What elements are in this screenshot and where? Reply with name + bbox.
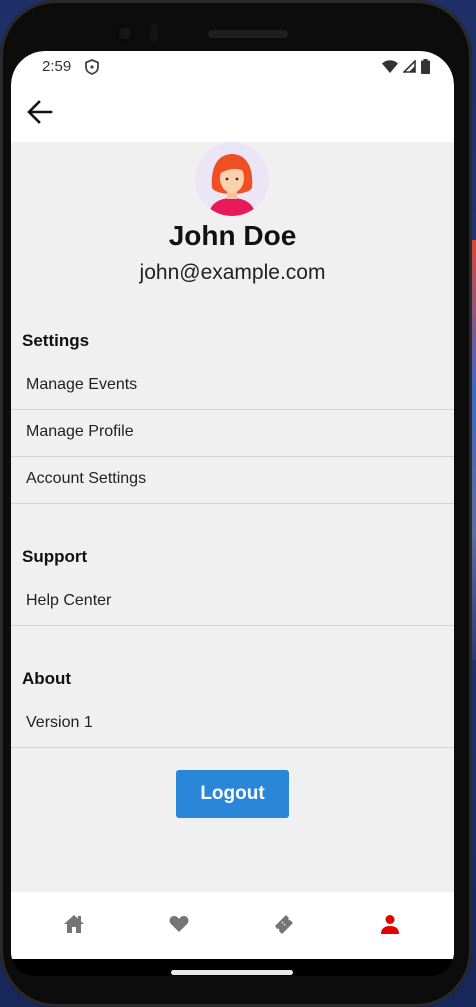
ticket-icon bbox=[273, 913, 295, 940]
home-gesture-bar[interactable] bbox=[171, 970, 293, 975]
section-title-settings: Settings bbox=[22, 331, 90, 350]
nav-profile[interactable] bbox=[374, 912, 406, 940]
menu-item-manage-profile[interactable]: Manage Profile bbox=[11, 410, 454, 457]
profile-content: John Doe john@example.com Settings Manag… bbox=[11, 142, 454, 892]
menu-item-label: Manage Profile bbox=[26, 423, 134, 440]
signal-icon bbox=[402, 59, 416, 78]
profile-email: john@example.com bbox=[139, 261, 326, 284]
nav-favorites[interactable] bbox=[163, 912, 195, 940]
home-icon bbox=[63, 914, 85, 939]
menu-item-help-center[interactable]: Help Center bbox=[11, 579, 454, 626]
nav-home[interactable] bbox=[58, 912, 90, 940]
status-time: 2:59 bbox=[42, 58, 72, 75]
earpiece-speaker bbox=[208, 30, 288, 38]
woman-avatar-icon bbox=[195, 154, 269, 216]
wifi-icon bbox=[382, 59, 398, 79]
section-title-about: About bbox=[22, 669, 72, 688]
battery-icon bbox=[421, 59, 430, 79]
logout-button[interactable]: Logout bbox=[176, 770, 289, 818]
menu-item-label: Help Center bbox=[26, 592, 112, 609]
back-button[interactable] bbox=[25, 97, 55, 127]
bottom-navigation bbox=[11, 892, 454, 959]
app-bar bbox=[11, 85, 454, 142]
nav-tickets[interactable] bbox=[268, 912, 300, 940]
person-icon bbox=[380, 914, 400, 939]
menu-item-label: Version 1 bbox=[26, 714, 93, 731]
section-title-support: Support bbox=[22, 547, 88, 566]
menu-item-version[interactable]: Version 1 bbox=[11, 701, 454, 748]
heart-icon bbox=[169, 915, 189, 938]
menu-item-manage-events[interactable]: Manage Events bbox=[11, 363, 454, 410]
arrow-left-icon bbox=[25, 100, 55, 131]
phone-frame: 2:59 John Doe john@example.com Settings … bbox=[0, 0, 472, 1007]
status-bar: 2:59 bbox=[11, 51, 454, 85]
menu-item-label: Account Settings bbox=[26, 470, 147, 487]
profile-name: John Doe bbox=[168, 220, 297, 251]
front-camera bbox=[115, 23, 135, 43]
avatar bbox=[195, 142, 269, 216]
gesture-area bbox=[11, 959, 454, 976]
menu-item-label: Manage Events bbox=[26, 376, 138, 393]
menu-item-account-settings[interactable]: Account Settings bbox=[11, 457, 454, 504]
proximity-sensor bbox=[150, 24, 158, 42]
shield-icon bbox=[85, 59, 99, 80]
phone-screen: 2:59 John Doe john@example.com Settings … bbox=[11, 51, 454, 976]
status-icons bbox=[382, 59, 430, 79]
